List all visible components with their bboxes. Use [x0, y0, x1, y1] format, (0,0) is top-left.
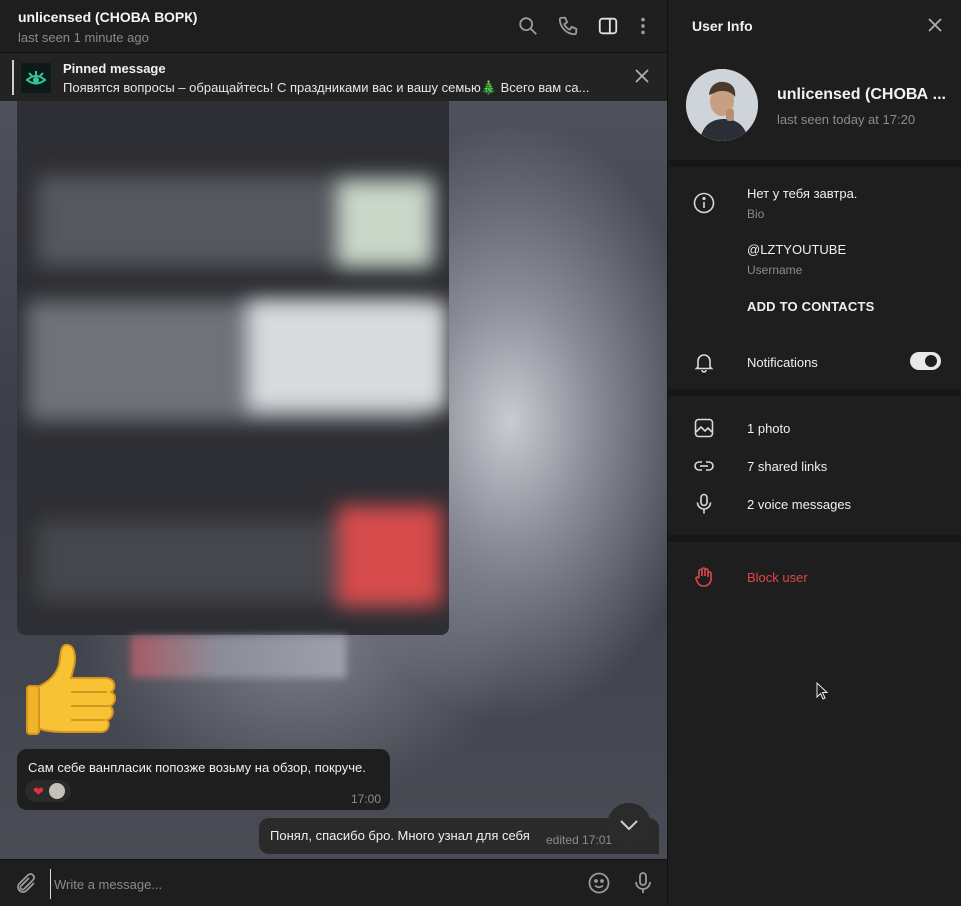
- attach-icon[interactable]: [14, 872, 38, 896]
- voice-messages-link[interactable]: 2 voice messages: [747, 497, 851, 512]
- hand-block-icon: [692, 565, 716, 589]
- shared-photos-link[interactable]: 1 photo: [747, 421, 790, 436]
- bio-value[interactable]: Нет у тебя завтра.: [747, 186, 857, 201]
- message-composer: [0, 859, 667, 906]
- scroll-down-button[interactable]: [607, 803, 651, 847]
- info-icon: [692, 191, 716, 215]
- chevron-down-icon: [620, 820, 638, 831]
- more-vertical-icon[interactable]: [632, 15, 654, 37]
- shared-links-link[interactable]: 7 shared links: [747, 459, 827, 474]
- bio-label: Bio: [747, 207, 765, 221]
- mouse-cursor-icon: [816, 681, 830, 702]
- outgoing-message[interactable]: Понял, спасибо бро. Много узнал для себя…: [259, 818, 659, 854]
- incoming-message[interactable]: Сам себе ванпласик попозже возьму на обз…: [17, 749, 390, 810]
- profile-status: last seen today at 17:20: [777, 112, 916, 127]
- search-icon[interactable]: [517, 15, 539, 37]
- section-divider: [668, 389, 961, 396]
- username-value[interactable]: @LZTYOUTUBE: [747, 242, 846, 257]
- section-divider: [668, 160, 961, 167]
- chat-status: last seen 1 minute ago: [18, 30, 149, 45]
- blurred-media-strip: [131, 636, 346, 678]
- sidebar-toggle-icon[interactable]: [597, 15, 619, 37]
- chat-area: unlicensed (СНОВА ВОРК) last seen 1 minu…: [0, 0, 667, 906]
- section-divider: [668, 535, 961, 542]
- pinned-message-bar[interactable]: Pinned message Появятся вопросы – обраща…: [0, 52, 667, 101]
- pinned-title: Pinned message: [63, 61, 166, 76]
- phone-icon[interactable]: [557, 15, 579, 37]
- close-pinned-icon[interactable]: [632, 66, 652, 86]
- link-icon: [692, 454, 716, 478]
- chat-header: unlicensed (СНОВА ВОРК) last seen 1 minu…: [0, 0, 667, 52]
- add-to-contacts-button[interactable]: ADD TO CONTACTS: [747, 299, 874, 314]
- close-icon[interactable]: [926, 16, 944, 34]
- incoming-message-time: 17:00: [351, 792, 382, 806]
- outgoing-message-time: edited 17:01: [546, 833, 613, 847]
- reaction-badge[interactable]: ❤: [25, 780, 71, 802]
- voice-icon: [692, 492, 716, 516]
- avatar[interactable]: [686, 69, 758, 141]
- pinned-text: Появятся вопросы – обращайтесь! С праздн…: [63, 80, 590, 95]
- user-info-panel: User Info unlicensed (СНОВА ... last see…: [667, 0, 961, 906]
- blurred-media[interactable]: [17, 101, 449, 635]
- photo-icon: [692, 416, 716, 440]
- thumbs-up-icon: [25, 640, 120, 740]
- panel-title: User Info: [692, 18, 753, 34]
- bell-icon: [692, 350, 716, 374]
- emoji-icon[interactable]: [587, 871, 611, 895]
- username-label: Username: [747, 263, 803, 277]
- profile-name: unlicensed (СНОВА ...: [777, 86, 946, 103]
- pinned-indicator: [12, 60, 14, 95]
- notifications-toggle[interactable]: [910, 352, 941, 370]
- microphone-icon[interactable]: [631, 871, 655, 895]
- incoming-message-text: Сам себе ванпласик попозже возьму на обз…: [28, 760, 366, 775]
- block-user-button[interactable]: Block user: [747, 570, 808, 585]
- heart-icon: ❤: [33, 784, 44, 799]
- outgoing-message-text: Понял, спасибо бро. Много узнал для себя: [270, 828, 530, 843]
- toggle-knob: [925, 355, 937, 367]
- chat-title[interactable]: unlicensed (СНОВА ВОРК): [18, 9, 197, 25]
- reactor-avatar: [49, 783, 65, 799]
- pinned-thumbnail: [21, 63, 51, 93]
- notifications-label: Notifications: [747, 355, 818, 370]
- message-input[interactable]: [50, 869, 576, 899]
